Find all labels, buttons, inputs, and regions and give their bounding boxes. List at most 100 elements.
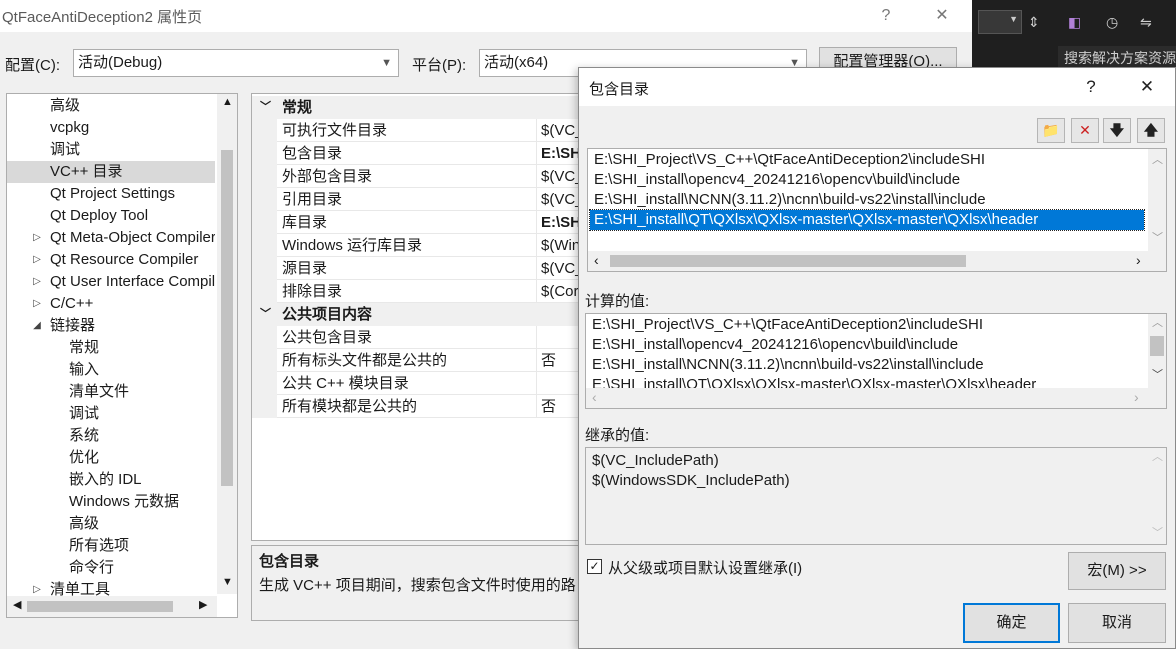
grid-row[interactable]: 公共 C++ 模块目录 bbox=[252, 372, 580, 395]
grid-category[interactable]: ﹀ 公共项目内容 bbox=[252, 303, 580, 326]
expand-arrow-icon[interactable]: ▷ bbox=[31, 227, 43, 249]
tree-item[interactable]: ◢ 链接器 bbox=[7, 315, 215, 337]
chevron-down-icon[interactable]: ﹀ bbox=[1152, 524, 1163, 540]
grid-row[interactable]: 库目录 E:\SH bbox=[252, 211, 580, 234]
path-list[interactable]: E:\SHI_Project\VS_C++\QtFaceAntiDeceptio… bbox=[587, 148, 1167, 272]
grid-row-value[interactable]: $(VC_ bbox=[536, 257, 580, 280]
scroll-up-icon[interactable]: ▲ bbox=[222, 96, 233, 108]
chevron-down-icon[interactable]: ﹀ bbox=[1152, 366, 1163, 382]
grid-row-value[interactable]: 否 bbox=[536, 349, 580, 372]
grid-row-value[interactable]: $(Cor bbox=[536, 280, 580, 303]
grid-row[interactable]: 可执行文件目录 $(VC_ bbox=[252, 119, 580, 142]
tree-item[interactable]: Qt Project Settings bbox=[7, 183, 215, 205]
chevron-right-icon[interactable]: › bbox=[1136, 252, 1141, 268]
help-button[interactable]: ? bbox=[874, 4, 898, 28]
grid-row[interactable]: 所有标头文件都是公共的 否 bbox=[252, 349, 580, 372]
path-list-hscrollbar[interactable]: ‹ › bbox=[588, 251, 1166, 271]
history-icon[interactable]: ◷ bbox=[1106, 14, 1118, 31]
macros-button[interactable]: 宏(M) >> bbox=[1068, 552, 1166, 590]
grid-row[interactable]: 排除目录 $(Cor bbox=[252, 280, 580, 303]
toolbar-combo[interactable]: ▼ bbox=[978, 10, 1022, 34]
grid-row-value[interactable]: 否 bbox=[536, 395, 580, 418]
ok-button[interactable]: 确定 bbox=[963, 603, 1060, 643]
expand-arrow-icon[interactable]: ▷ bbox=[31, 293, 43, 315]
grid-row[interactable]: 公共包含目录 bbox=[252, 326, 580, 349]
inherited-list-item[interactable]: $(WindowsSDK_IncludePath) bbox=[588, 471, 1144, 491]
move-up-button[interactable]: 🡅 bbox=[1137, 118, 1165, 143]
vs-icon[interactable]: ◧ bbox=[1068, 14, 1081, 31]
property-grid[interactable]: ﹀ 常规 可执行文件目录 $(VC_ 包含目录 E:\SH 外部包含目录 $(VC_ 引用目录 $… bbox=[251, 93, 581, 541]
inherited-vscrollbar[interactable]: ︿ ﹀ bbox=[1148, 448, 1166, 544]
grid-row[interactable]: 源目录 $(VC_ bbox=[252, 257, 580, 280]
grid-row-value[interactable] bbox=[536, 372, 580, 395]
grid-row[interactable]: 包含目录 E:\SH bbox=[252, 142, 580, 165]
new-folder-button[interactable]: 📁 bbox=[1037, 118, 1065, 143]
tree-item[interactable]: 高级 bbox=[7, 95, 215, 117]
tree-item[interactable]: 所有选项 bbox=[7, 535, 215, 557]
computed-hscrollbar[interactable]: ‹ › bbox=[586, 388, 1166, 408]
grid-row-value[interactable]: E:\SH bbox=[536, 211, 580, 234]
tree-scroll-thumb[interactable] bbox=[221, 150, 233, 486]
tree-item[interactable]: ▷ Qt Resource Compiler bbox=[7, 249, 215, 271]
inherit-checkbox[interactable]: ✓ bbox=[587, 559, 602, 574]
tree-horizontal-scrollbar[interactable]: ◀ ▶ bbox=[7, 596, 217, 617]
delete-button[interactable]: ✕ bbox=[1071, 118, 1099, 143]
grid-row-value[interactable]: $(VC_ bbox=[536, 119, 580, 142]
tree-item[interactable]: 调试 bbox=[7, 139, 215, 161]
tree-item[interactable]: ▷ C/C++ bbox=[7, 293, 215, 315]
collapse-chevron-icon[interactable]: ﹀ bbox=[260, 303, 271, 326]
grid-row[interactable]: Windows 运行库目录 $(Win bbox=[252, 234, 580, 257]
grid-row[interactable]: 外部包含目录 $(VC_ bbox=[252, 165, 580, 188]
chevron-left-icon[interactable]: ‹ bbox=[594, 252, 599, 268]
close-button[interactable]: ✕ bbox=[930, 4, 954, 28]
expand-arrow-icon[interactable]: ▷ bbox=[31, 271, 43, 293]
chevron-right-icon[interactable]: › bbox=[1134, 389, 1139, 405]
computed-list-item[interactable]: E:\SHI_install\opencv4_20241216\opencv\b… bbox=[588, 335, 1144, 355]
sync-icon[interactable]: ⇋ bbox=[1140, 14, 1152, 31]
scroll-left-icon[interactable]: ◀ bbox=[13, 598, 21, 611]
path-list-item[interactable]: E:\SHI_install\opencv4_20241216\opencv\b… bbox=[590, 170, 1144, 190]
computed-values-list[interactable]: E:\SHI_Project\VS_C++\QtFaceAntiDeceptio… bbox=[585, 313, 1167, 409]
tree-item[interactable]: 常规 bbox=[7, 337, 215, 359]
chevron-down-icon[interactable]: ﹀ bbox=[1152, 229, 1163, 245]
grid-row[interactable]: 所有模块都是公共的 否 bbox=[252, 395, 580, 418]
settings-tree[interactable]: 高级 vcpkg 调试 VC++ 目录 Qt Project Settings Qt De… bbox=[6, 93, 238, 618]
grid-row[interactable]: 引用目录 $(VC_ bbox=[252, 188, 580, 211]
grid-row-value[interactable]: $(VC_ bbox=[536, 188, 580, 211]
chevron-up-icon[interactable]: ︿ bbox=[1152, 448, 1163, 464]
move-down-button[interactable]: 🡇 bbox=[1103, 118, 1131, 143]
computed-scroll-thumb[interactable] bbox=[1150, 336, 1164, 356]
tree-item[interactable]: 系统 bbox=[7, 425, 215, 447]
tree-item[interactable]: VC++ 目录 bbox=[7, 161, 215, 183]
grid-row-value[interactable]: E:\SH bbox=[536, 142, 580, 165]
dialog-close-button[interactable]: ✕ bbox=[1135, 76, 1159, 100]
chevron-left-icon[interactable]: ‹ bbox=[592, 389, 597, 405]
tree-hscroll-thumb[interactable] bbox=[27, 601, 173, 612]
collapse-arrow-icon[interactable]: ◢ bbox=[31, 315, 43, 337]
tree-item[interactable]: 命令行 bbox=[7, 557, 215, 579]
path-list-hscroll-thumb[interactable] bbox=[610, 255, 966, 267]
tree-item[interactable]: Windows 元数据 bbox=[7, 491, 215, 513]
grid-row-value[interactable]: $(Win bbox=[536, 234, 580, 257]
scroll-right-icon[interactable]: ▶ bbox=[199, 598, 207, 611]
split-icon[interactable]: ⇕ bbox=[1028, 14, 1040, 31]
tree-item[interactable]: 清单文件 bbox=[7, 381, 215, 403]
inherit-checkbox-label[interactable]: 从父级或项目默认设置继承(I) bbox=[608, 557, 802, 578]
scroll-down-icon[interactable]: ▼ bbox=[222, 576, 233, 588]
tree-item[interactable]: Qt Deploy Tool bbox=[7, 205, 215, 227]
config-select[interactable]: 活动(Debug) ▼ bbox=[73, 49, 399, 77]
path-list-item[interactable]: E:\SHI_install\QT\QXlsx\QXlsx-master\QXl… bbox=[589, 209, 1145, 231]
tree-item[interactable]: ▷ Qt User Interface Compiler bbox=[7, 271, 215, 293]
expand-arrow-icon[interactable]: ▷ bbox=[31, 249, 43, 271]
grid-row-value[interactable]: $(VC_ bbox=[536, 165, 580, 188]
tree-item[interactable]: vcpkg bbox=[7, 117, 215, 139]
path-list-item[interactable]: E:\SHI_Project\VS_C++\QtFaceAntiDeceptio… bbox=[590, 150, 1144, 170]
inherited-list-item[interactable]: $(VC_IncludePath) bbox=[588, 451, 1144, 471]
computed-vscrollbar[interactable]: ︿ ﹀ bbox=[1148, 314, 1166, 388]
collapse-chevron-icon[interactable]: ﹀ bbox=[260, 96, 271, 119]
chevron-up-icon[interactable]: ︿ bbox=[1152, 314, 1163, 330]
grid-category[interactable]: ﹀ 常规 bbox=[252, 96, 580, 119]
chevron-up-icon[interactable]: ︿ bbox=[1152, 151, 1163, 167]
grid-row-value[interactable] bbox=[536, 326, 580, 349]
tree-item[interactable]: 高级 bbox=[7, 513, 215, 535]
